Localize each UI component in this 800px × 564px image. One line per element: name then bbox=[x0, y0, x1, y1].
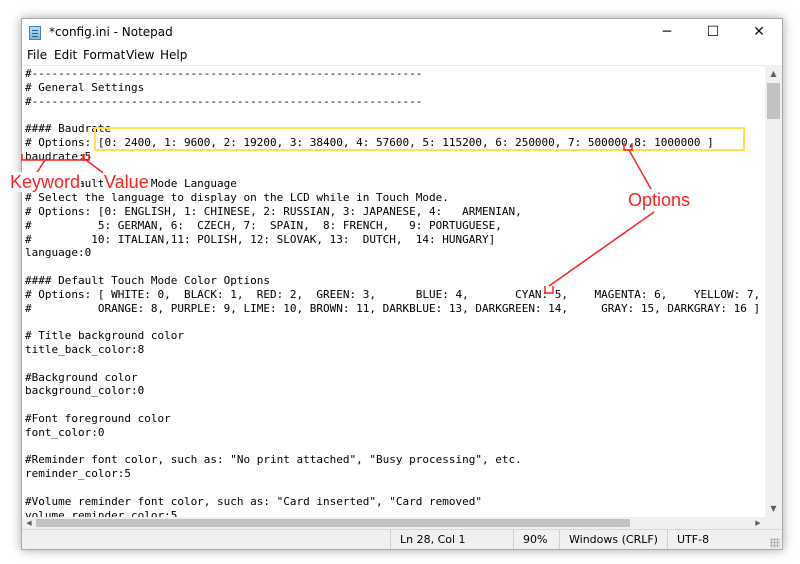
resize-grip-icon[interactable] bbox=[770, 538, 780, 548]
scroll-left-arrow-icon[interactable]: ◀ bbox=[22, 517, 36, 529]
maximize-button[interactable]: ☐ bbox=[690, 19, 736, 46]
status-line-ending: Windows (CRLF) bbox=[559, 530, 667, 549]
menu-bar: File Edit Format View Help bbox=[22, 46, 782, 65]
vertical-scroll-thumb[interactable] bbox=[767, 83, 780, 119]
vertical-scrollbar[interactable]: ▲ ▼ bbox=[765, 65, 782, 517]
options-highlight-box bbox=[94, 127, 745, 151]
notepad-icon bbox=[29, 26, 41, 40]
menu-view[interactable]: View bbox=[126, 48, 154, 62]
minimize-button[interactable]: ─ bbox=[644, 19, 690, 46]
annotation-options: Options bbox=[628, 190, 691, 210]
status-bar: Ln 28, Col 1 90% Windows (CRLF) UTF-8 bbox=[22, 529, 782, 549]
window-title: *config.ini - Notepad bbox=[49, 25, 173, 39]
menu-help[interactable]: Help bbox=[160, 48, 187, 62]
title-bar[interactable]: *config.ini - Notepad ─ ☐ ✕ bbox=[22, 19, 782, 46]
scroll-up-arrow-icon[interactable]: ▲ bbox=[765, 65, 782, 82]
menu-file[interactable]: File bbox=[27, 48, 47, 62]
close-button[interactable]: ✕ bbox=[736, 19, 782, 46]
menu-format[interactable]: Format bbox=[83, 48, 125, 62]
status-zoom: 90% bbox=[513, 530, 559, 549]
annotation-keyword: Keyword bbox=[9, 172, 82, 192]
horizontal-scrollbar[interactable]: ◀ ▶ bbox=[22, 517, 765, 529]
notepad-window: *config.ini - Notepad ─ ☐ ✕ File Edit Fo… bbox=[21, 18, 783, 550]
annotation-value: Value bbox=[103, 172, 150, 192]
horizontal-scroll-thumb[interactable] bbox=[36, 519, 630, 527]
scroll-down-arrow-icon[interactable]: ▼ bbox=[765, 500, 782, 517]
scroll-right-arrow-icon[interactable]: ▶ bbox=[751, 517, 765, 529]
status-cursor-position: Ln 28, Col 1 bbox=[390, 530, 513, 549]
status-encoding: UTF-8 bbox=[667, 530, 782, 549]
scrollbar-corner bbox=[765, 517, 782, 529]
menu-edit[interactable]: Edit bbox=[54, 48, 77, 62]
